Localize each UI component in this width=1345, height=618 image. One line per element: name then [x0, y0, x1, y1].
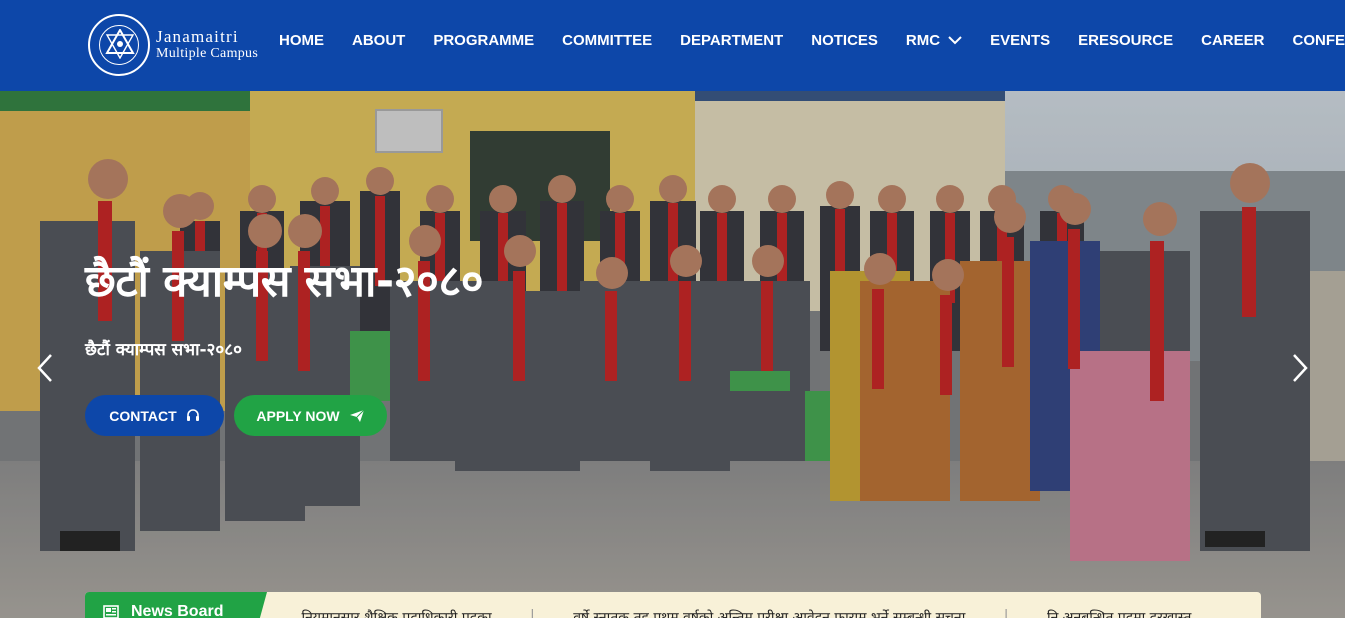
- nav-career[interactable]: CAREER: [1201, 32, 1264, 49]
- nav-events[interactable]: EVENTS: [990, 32, 1050, 49]
- nav-rmc[interactable]: RMC: [906, 32, 962, 49]
- nav-eresource[interactable]: ERESOURCE: [1078, 32, 1173, 49]
- slider-next-button[interactable]: [1291, 353, 1309, 388]
- slider-prev-button[interactable]: [36, 353, 54, 388]
- campus-logo[interactable]: Janamaitri Multiple Campus: [88, 14, 258, 76]
- logo-title: Janamaitri: [156, 27, 239, 46]
- news-item[interactable]: … नि.अनुबन्धित पदमा दरखास्त …: [1029, 608, 1210, 618]
- news-item[interactable]: … वर्षे स्नातक तह प्रथम वर्षको अन्तिम पर…: [555, 608, 984, 618]
- site-header: Janamaitri Multiple Campus HOME ABOUT PR…: [0, 0, 1345, 91]
- nav-home[interactable]: HOME: [279, 32, 324, 49]
- newspaper-icon: [103, 605, 119, 618]
- news-board-label: News Board: [85, 592, 267, 618]
- chevron-left-icon: [36, 354, 54, 387]
- nav-committee[interactable]: COMMITTEE: [562, 32, 652, 49]
- hero-slider: छैटौं क्याम्पस सभा-२०८० छैटौं क्याम्पस स…: [0, 91, 1345, 618]
- nav-department[interactable]: DEPARTMENT: [680, 32, 783, 49]
- contact-button[interactable]: CONTACT: [85, 395, 224, 436]
- hero-title: छैटौं क्याम्पस सभा-२०८०: [85, 256, 484, 307]
- nav-conference[interactable]: CONFERENCE: [1292, 32, 1345, 49]
- apply-now-button-label: APPLY NOW: [256, 407, 340, 424]
- nav-about[interactable]: ABOUT: [352, 32, 405, 49]
- logo-subtitle: Multiple Campus: [156, 46, 259, 61]
- hero-subtitle: छैटौं क्याम्पस सभा-२०८०: [85, 340, 242, 360]
- news-board-title: News Board: [131, 603, 224, 618]
- nav-notices[interactable]: NOTICES: [811, 32, 878, 49]
- nav-programme[interactable]: PROGRAMME: [433, 32, 534, 49]
- apply-now-button[interactable]: APPLY NOW: [234, 395, 387, 436]
- contact-button-label: CONTACT: [109, 407, 177, 424]
- news-ticker: … नियमानुसार शैक्षिक पदाधिकारी पदका … | …: [283, 608, 1230, 618]
- paper-plane-icon: [349, 409, 365, 423]
- chevron-down-icon: [948, 32, 962, 49]
- headset-icon: [186, 408, 200, 423]
- main-nav: HOME ABOUT PROGRAMME COMMITTEE DEPARTMEN…: [279, 0, 1345, 80]
- campus-seal-icon: [88, 14, 150, 76]
- nav-rmc-label: RMC: [905, 31, 941, 49]
- news-item[interactable]: … नियमानुसार शैक्षिक पदाधिकारी पदका …: [283, 608, 510, 618]
- news-board: News Board … नियमानुसार शैक्षिक पदाधिकार…: [85, 592, 1261, 618]
- chevron-right-icon: [1291, 354, 1309, 387]
